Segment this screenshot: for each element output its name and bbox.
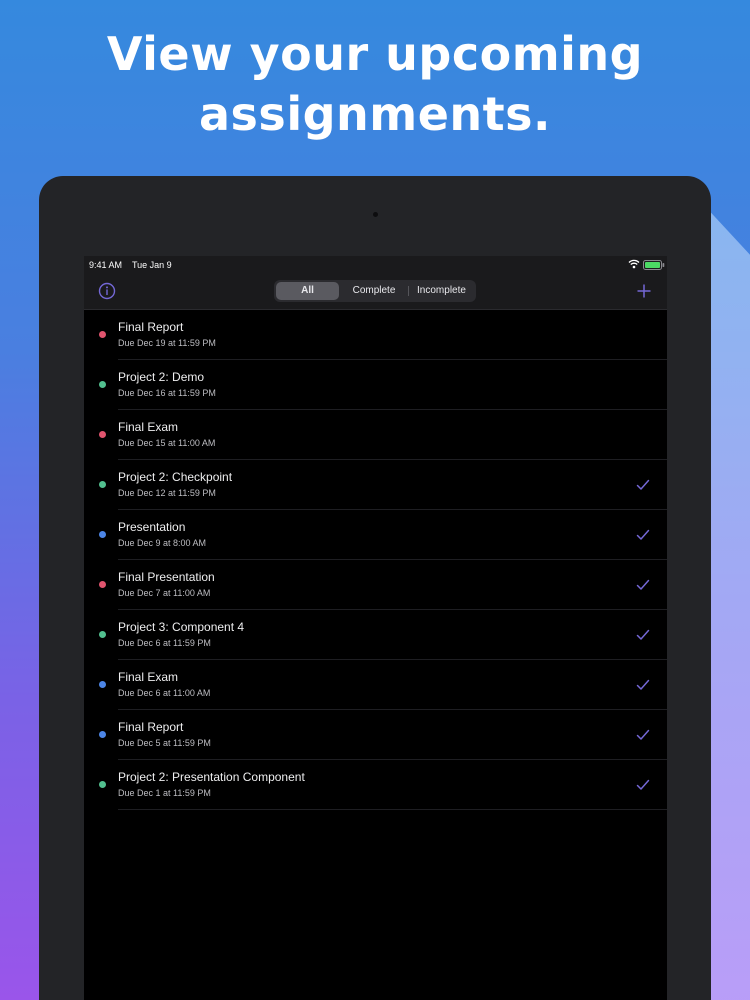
course-color-dot <box>99 381 106 388</box>
assignment-due-date: Due Dec 7 at 11:00 AM <box>118 588 211 598</box>
segment-all[interactable]: All <box>276 282 339 300</box>
assignment-row[interactable]: Final Presentation Due Dec 7 at 11:00 AM <box>84 560 667 610</box>
navigation-bar: All Complete Incomplete <box>84 276 667 310</box>
assignment-row[interactable]: Final Report Due Dec 19 at 11:59 PM <box>84 310 667 360</box>
assignment-due-date: Due Dec 12 at 11:59 PM <box>118 488 216 498</box>
assignment-title: Final Exam <box>118 670 179 684</box>
add-icon[interactable] <box>635 282 653 300</box>
assignment-due-date: Due Dec 19 at 11:59 PM <box>118 338 216 348</box>
assignment-row[interactable]: Final Exam Due Dec 15 at 11:00 AM <box>84 410 667 460</box>
assignment-due-date: Due Dec 15 at 11:00 AM <box>118 438 216 448</box>
course-color-dot <box>99 531 106 538</box>
assignment-title: Final Report <box>118 320 184 334</box>
course-color-dot <box>99 681 106 688</box>
checkmark-icon <box>636 479 650 490</box>
assignment-list: Final Report Due Dec 19 at 11:59 PM Projec… <box>84 310 667 810</box>
assignment-title: Final Exam <box>118 420 179 434</box>
assignment-title: Presentation <box>118 520 186 534</box>
segment-complete[interactable]: Complete <box>340 282 408 300</box>
assignment-row[interactable]: Presentation Due Dec 9 at 8:00 AM <box>84 510 667 560</box>
course-color-dot <box>99 581 106 588</box>
status-date: Tue Jan 9 <box>132 260 172 270</box>
checkmark-icon <box>636 729 650 740</box>
assignment-due-date: Due Dec 9 at 8:00 AM <box>118 538 207 548</box>
segment-incomplete[interactable]: Incomplete <box>409 282 474 300</box>
course-color-dot <box>99 331 106 338</box>
assignment-row[interactable]: Final Report Due Dec 5 at 11:59 PM <box>84 710 667 760</box>
assignment-row[interactable]: Project 2: Presentation Component Due Dec… <box>84 760 667 810</box>
app-screen: 9:41 AM Tue Jan 9 All Complete Incomplet… <box>84 256 667 1000</box>
headline-line-1: View your upcoming <box>106 27 644 81</box>
battery-icon <box>643 260 665 270</box>
status-bar: 9:41 AM Tue Jan 9 <box>84 256 667 276</box>
course-color-dot <box>99 731 106 738</box>
assignment-due-date: Due Dec 16 at 11:59 PM <box>118 388 216 398</box>
checkmark-icon <box>636 629 650 640</box>
checkmark-icon <box>636 779 650 790</box>
status-time: 9:41 AM <box>89 260 123 270</box>
assignment-due-date: Due Dec 1 at 11:59 PM <box>118 788 211 798</box>
checkmark-icon <box>636 579 650 590</box>
assignment-title: Project 2: Checkpoint <box>118 470 233 484</box>
assignment-due-date: Due Dec 6 at 11:59 PM <box>118 638 211 648</box>
checkmark-icon <box>636 679 650 690</box>
assignment-due-date: Due Dec 5 at 11:59 PM <box>118 738 211 748</box>
course-color-dot <box>99 431 106 438</box>
assignment-row[interactable]: Project 2: Checkpoint Due Dec 12 at 11:59… <box>84 460 667 510</box>
course-color-dot <box>99 481 106 488</box>
wifi-icon <box>628 259 640 269</box>
headline: View your upcoming assignments. <box>0 24 750 144</box>
headline-line-2: assignments. <box>199 87 551 141</box>
info-icon[interactable] <box>98 282 116 300</box>
filter-segmented-control: All Complete Incomplete <box>274 280 476 302</box>
assignment-row[interactable]: Project 3: Component 4 Due Dec 6 at 11:59… <box>84 610 667 660</box>
assignment-row[interactable]: Final Exam Due Dec 6 at 11:00 AM <box>84 660 667 710</box>
camera <box>373 212 378 217</box>
assignment-title: Final Report <box>118 720 184 734</box>
assignment-row[interactable]: Project 2: Demo Due Dec 16 at 11:59 PM <box>84 360 667 410</box>
tablet-frame: 9:41 AM Tue Jan 9 All Complete Incomplet… <box>39 176 711 1000</box>
assignment-due-date: Due Dec 6 at 11:00 AM <box>118 688 211 698</box>
course-color-dot <box>99 781 106 788</box>
assignment-title: Final Presentation <box>118 570 215 584</box>
assignment-title: Project 2: Presentation Component <box>118 770 305 784</box>
assignment-title: Project 3: Component 4 <box>118 620 245 634</box>
course-color-dot <box>99 631 106 638</box>
assignment-title: Project 2: Demo <box>118 370 205 384</box>
checkmark-icon <box>636 529 650 540</box>
